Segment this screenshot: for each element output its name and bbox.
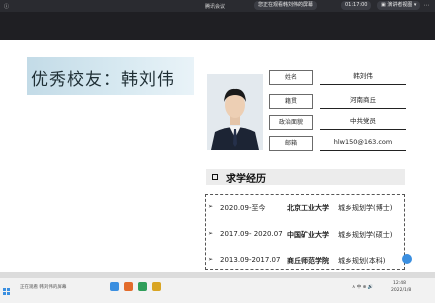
profile-photo [207,74,263,150]
view-mode-dropdown[interactable]: ▣ 演讲者视图 ▾ [377,1,421,10]
info-value: 韩刘伟 [320,70,406,85]
education-major: 城乡规划(本科) [338,257,386,265]
education-period: 2017.09- 2020.07 [220,230,283,238]
screen-share-strip [0,272,435,278]
folder-icon[interactable] [152,282,161,291]
education-school: 商丘师范学院 [287,257,329,265]
system-tray[interactable]: ∧ 中 ⊕ 🔊 [352,284,373,290]
floating-assistant-button[interactable] [402,254,412,264]
slide-title: 优秀校友：韩刘伟 [31,70,175,90]
screen-share-notice[interactable]: 您正在观看韩刘伟的屏幕 [254,1,318,10]
education-period: 2013.09-2017.07 [220,256,281,264]
clock-time[interactable]: 12:48 [393,281,406,286]
info-label: 邮箱 [269,136,313,151]
info-label: 姓名 [269,70,313,85]
meeting-top-bar: ⓘ 腾讯会议 您正在观看韩刘伟的屏幕 01:17:00 ▣ 演讲者视图 ▾ ⋯ [0,0,435,12]
meeting-timer: 01:17:00 [341,1,372,10]
education-period: 2020.09-至今 [220,204,266,212]
info-value: 中共党员 [320,115,406,130]
taskbar: 正在观看 韩刘伟的屏幕 ∧ 中 ⊕ 🔊 12:48 2022/1/8 [0,272,435,303]
browser-icon[interactable] [124,282,133,291]
title-banner: 优秀校友：韩刘伟 [27,57,194,95]
info-value: 河南商丘 [320,94,406,109]
education-section-header: 求学经历 [206,169,405,185]
arrow-bullet-icon: ➢ [208,256,214,263]
education-list: ➢ 2020.09-至今 北京工业大学 城乡规划学(博士) ➢ 2017.09-… [205,194,405,270]
section-title: 求学经历 [226,174,266,185]
meeting-app-icon[interactable] [110,282,119,291]
arrow-bullet-icon: ➢ [208,203,214,210]
clock-date[interactable]: 2022/1/8 [391,288,411,293]
education-school: 中国矿业大学 [287,231,329,239]
square-bullet-icon [212,174,218,180]
info-icon[interactable]: ⓘ [4,3,9,10]
education-school: 北京工业大学 [287,204,329,212]
more-icon[interactable]: ⋯ [423,2,430,9]
presentation-slide: 优秀校友：韩刘伟 姓名 韩刘伟 籍贯 河南商丘 政治面貌 中共党员 邮箱 hlw… [0,40,435,272]
meeting-app-title: 腾讯会议 [205,4,226,10]
arrow-bullet-icon: ➢ [208,230,214,237]
wechat-icon[interactable] [138,282,147,291]
info-label: 政治面貌 [269,115,313,130]
start-icon[interactable] [2,282,18,295]
taskbar-status-text: 正在观看 韩刘伟的屏幕 [20,285,67,290]
info-label: 籍贯 [269,94,313,109]
education-major: 城乡规划学(硕士) [338,231,393,239]
info-value: hlw150@163.com [320,136,406,151]
education-major: 城乡规划学(博士) [338,204,393,212]
